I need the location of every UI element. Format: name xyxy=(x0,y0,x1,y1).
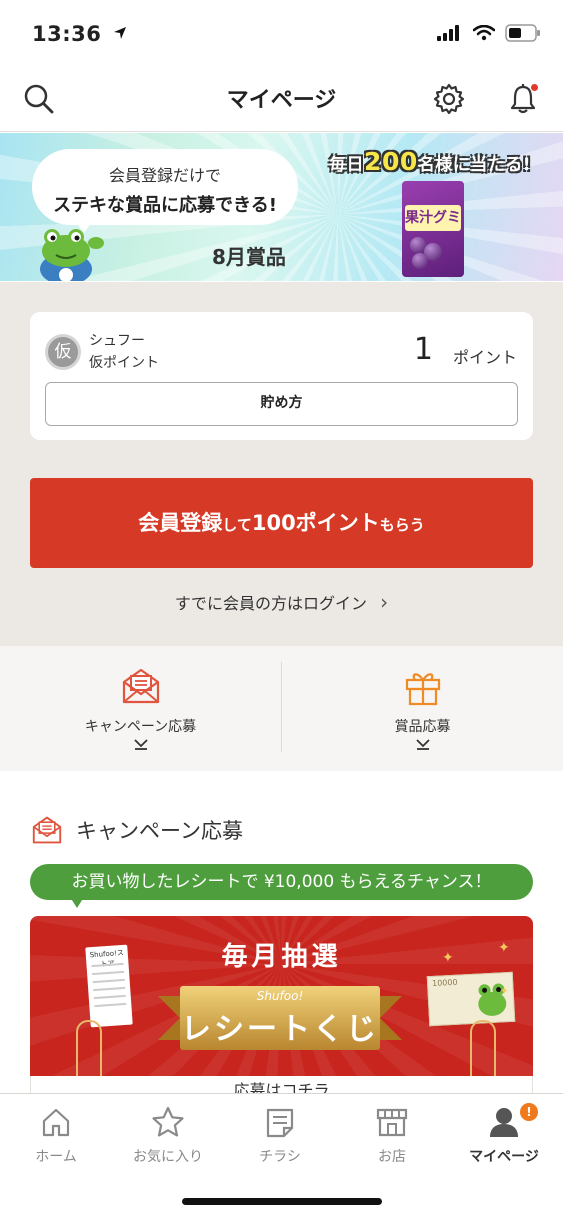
page-title: マイページ xyxy=(226,88,337,113)
member-section: 仮 シュフー 仮ポイント 1 ポイント 貯め方 会員登録して100ポイントもらう… xyxy=(0,282,563,646)
campaign-section: キャンペーン応募 お買い物したレシートで ¥10,000 もらえるチャンス！ S… xyxy=(0,771,563,1096)
register-label-part4: もらう xyxy=(379,516,425,534)
quick-item-prize[interactable]: 賞品応募 xyxy=(282,646,563,771)
lottery-title-plate: Shufoo! レシートくじ xyxy=(180,986,380,1050)
status-time-text: 13:36 xyxy=(32,22,102,46)
lottery-ribbon-right xyxy=(380,996,402,1040)
tab-favorites[interactable]: お気に入り xyxy=(112,1094,224,1174)
receipt-line xyxy=(94,1002,127,1008)
frog-portrait-icon xyxy=(478,983,507,1016)
how-to-earn-button[interactable]: 貯め方 xyxy=(45,382,518,426)
tab-flyers-label: チラシ xyxy=(259,1149,301,1165)
points-label-type: 仮ポイント xyxy=(89,355,159,371)
tab-stores[interactable]: お店 xyxy=(336,1094,448,1174)
banner-product-label: 果汁グミ xyxy=(405,205,461,231)
status-time: 13:36 xyxy=(32,22,127,46)
login-link[interactable]: すでに会員の方はログイン › xyxy=(0,590,563,614)
banner-speech-bubble: 会員登録だけで ステキな賞品に応募できる! xyxy=(32,149,298,225)
status-bar: 13:36 xyxy=(0,0,563,66)
banner-product-image: 果汁グミ xyxy=(402,181,464,277)
chevron-down-icon xyxy=(415,739,430,750)
envelope-letter-icon xyxy=(122,668,159,704)
tab-home[interactable]: ホーム xyxy=(0,1094,112,1174)
notification-dot xyxy=(531,84,538,91)
notification-button[interactable] xyxy=(504,80,542,118)
mypage-alert-badge: ! xyxy=(520,1103,538,1121)
hand-outline-left xyxy=(76,1020,102,1076)
lottery-brand: Shufoo! xyxy=(256,989,304,1003)
chevron-right-icon: › xyxy=(380,590,389,614)
wifi-icon xyxy=(473,25,495,41)
points-card: 仮 シュフー 仮ポイント 1 ポイント 貯め方 xyxy=(30,312,533,440)
star-icon xyxy=(152,1106,184,1137)
store-icon xyxy=(376,1108,408,1137)
envelope-letter-icon xyxy=(32,816,62,844)
hand-outline-right xyxy=(470,1020,496,1076)
quick-item-prize-label: 賞品応募 xyxy=(394,719,451,735)
points-label-brand: シュフー xyxy=(89,333,145,349)
tab-stores-label: お店 xyxy=(378,1149,406,1165)
tab-home-label: ホーム xyxy=(35,1149,77,1165)
chevron-down-icon xyxy=(133,739,148,750)
nav-header: マイページ xyxy=(0,66,563,132)
banknote-amount: 10000 xyxy=(431,977,458,989)
home-indicator xyxy=(182,1198,382,1205)
register-label-part1: 会員登録 xyxy=(138,511,223,535)
sparkle-icon: ✦ xyxy=(498,940,510,956)
points-value: 1 xyxy=(413,332,433,367)
banner-daily-number: 200 xyxy=(364,147,418,176)
quick-item-campaign[interactable]: キャンペーン応募 xyxy=(0,646,281,771)
flyer-icon xyxy=(266,1108,294,1138)
provisional-badge: 仮 xyxy=(45,334,81,370)
sparkle-icon: ✦ xyxy=(500,986,509,997)
tab-favorites-label: お気に入り xyxy=(133,1149,203,1165)
campaign-heading-text: キャンペーン応募 xyxy=(76,819,243,843)
settings-button[interactable] xyxy=(430,80,468,118)
login-link-label: すでに会員の方はログイン xyxy=(174,594,368,613)
tab-mypage[interactable]: ! マイページ xyxy=(448,1094,560,1174)
user-icon xyxy=(490,1108,518,1137)
grape-icon xyxy=(412,253,428,269)
points-unit: ポイント xyxy=(452,348,517,367)
lottery-ribbon-left xyxy=(158,996,180,1040)
lottery-title: レシートくじ xyxy=(181,1012,379,1047)
register-label-part3: 100ポイント xyxy=(251,511,380,535)
receipt-promo-bubble: お買い物したレシートで ¥10,000 もらえるチャンス！ xyxy=(30,864,533,900)
banner-daily-suffix: 名様に当たる! xyxy=(417,155,531,175)
tab-mypage-label: マイページ xyxy=(469,1149,539,1165)
receipt-line xyxy=(93,986,126,992)
location-arrow-icon xyxy=(114,27,127,39)
banknote-illustration: 10000 xyxy=(426,971,516,1027)
campaign-heading: キャンペーン応募 xyxy=(30,815,243,845)
sparkle-icon: ✦ xyxy=(442,950,454,966)
receipt-line xyxy=(93,994,126,1000)
cellular-signal-icon xyxy=(437,25,459,41)
quick-item-campaign-label: キャンペーン応募 xyxy=(84,719,197,735)
receipt-line xyxy=(92,978,125,984)
register-button[interactable]: 会員登録して100ポイントもらう xyxy=(30,478,533,568)
home-icon xyxy=(42,1108,70,1137)
receipt-promo-bubble-tail xyxy=(70,897,84,908)
register-label-part2: して xyxy=(222,516,252,534)
lottery-monthly-label: 毎月抽選 xyxy=(221,942,342,972)
banner-bubble-line1: 会員登録だけで xyxy=(108,166,221,185)
frog-mascot-icon xyxy=(40,229,104,281)
banner-month-prize: 8月賞品 xyxy=(212,245,286,269)
tab-flyers[interactable]: チラシ xyxy=(224,1094,336,1174)
prize-banner[interactable]: 会員登録だけで ステキな賞品に応募できる! 8月賞品 毎日200名様に当たる! … xyxy=(0,133,563,281)
status-icons xyxy=(437,24,541,42)
banner-bubble-line2: ステキな賞品に応募できる! xyxy=(53,195,277,216)
quick-menu: キャンペーン応募 賞品応募 xyxy=(0,646,563,771)
banner-daily-winners: 毎日200名様に当たる! xyxy=(329,147,531,176)
battery-icon xyxy=(505,24,540,42)
gift-icon xyxy=(405,673,440,706)
gear-icon xyxy=(433,83,465,115)
banner-daily-prefix: 毎日 xyxy=(329,155,365,175)
receipt-lottery-banner[interactable]: Shufoo!ストア 毎月抽選 Shufoo! レシートくじ 10000 ✦ ✦… xyxy=(30,916,533,1076)
